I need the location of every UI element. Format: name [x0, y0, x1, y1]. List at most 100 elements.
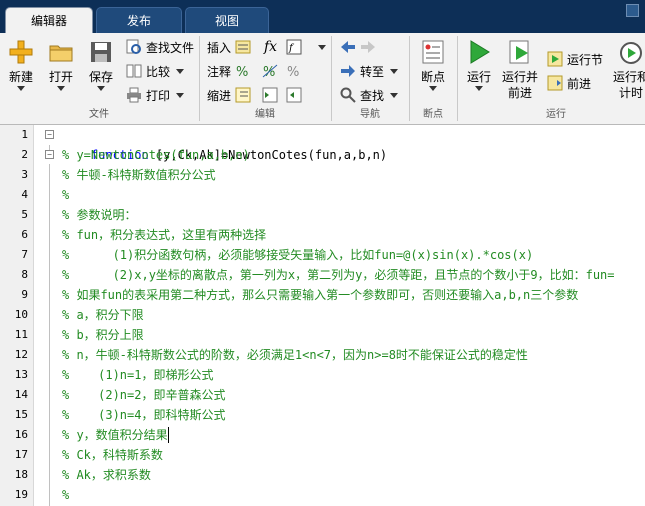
wrap-comments-icon: %	[286, 63, 302, 80]
comment-line[interactable]: % Ck，科特斯系数	[62, 445, 163, 465]
line-number: 12	[14, 348, 28, 361]
comment-line[interactable]: %	[62, 185, 69, 205]
magnifier-icon	[340, 87, 356, 103]
play-icon	[466, 39, 492, 65]
plus-icon	[8, 39, 34, 65]
increase-indent-button[interactable]	[262, 85, 278, 105]
compare-icon	[126, 63, 142, 79]
window-controls	[626, 4, 639, 17]
comment-line[interactable]: % b，积分上限	[62, 325, 144, 345]
comment-line[interactable]: % a，积分下限	[62, 305, 144, 325]
breakpoints-group-label: 断点	[423, 109, 443, 120]
svg-text:%: %	[236, 65, 248, 79]
comment-line[interactable]: % 如果fun的表采用第二种方式，那么只需要输入第一个参数即可，否则还要输入a,…	[62, 285, 578, 305]
comment-line[interactable]: % Ak，求积系数	[62, 465, 151, 485]
run-group-label: 运行	[546, 109, 566, 120]
decrease-indent-icon	[286, 87, 302, 103]
find-files-button[interactable]: 查找文件	[126, 37, 194, 57]
back-arrow-icon[interactable]	[340, 39, 356, 55]
comment-line[interactable]: % (3)n=4，即科特斯公式	[62, 405, 225, 425]
comment-line[interactable]: % (2)x,y坐标的离散点，第一列为x，第二列为y，必须等距，且节点的个数小于…	[62, 265, 615, 285]
breakpoints-label: 断点	[420, 70, 445, 84]
insert-section-icon	[235, 39, 251, 55]
chevron-down-icon	[176, 68, 185, 74]
line-number: 14	[14, 388, 28, 401]
open-button[interactable]: 打开	[44, 35, 78, 91]
line-number: 2	[21, 148, 28, 161]
goto-button[interactable]: 转至	[340, 61, 399, 81]
goto-label: 转至	[360, 64, 385, 79]
comment-line[interactable]: % 牛顿-科特斯数值积分公式	[62, 165, 216, 185]
run-label: 运行	[466, 70, 491, 84]
line-number: 19	[14, 488, 28, 501]
advance-icon	[547, 75, 563, 91]
run-and-time-button[interactable]: 运行和 计时	[611, 35, 645, 101]
function-browser-button[interactable]: f	[286, 37, 326, 57]
comment-line[interactable]: % 参数说明：	[62, 205, 136, 225]
line-number: 16	[14, 428, 28, 441]
find-files-label: 查找文件	[146, 40, 195, 55]
print-button[interactable]: 打印	[126, 85, 185, 105]
decrease-indent-button[interactable]	[286, 85, 302, 105]
back-forward-buttons[interactable]	[340, 37, 376, 57]
tab-publish[interactable]: 发布	[96, 7, 182, 33]
wrap-comments-button[interactable]: %	[286, 61, 302, 81]
code-editor[interactable]: − − function [y,Ck,Ak]=NewtonCotes(fun,a…	[0, 125, 645, 506]
chevron-down-icon	[97, 86, 105, 91]
run-and-advance-button[interactable]: 运行并 前进	[500, 35, 540, 101]
fx-icon: fx	[264, 39, 278, 55]
comment-line[interactable]: % (2)n=2，即辛普森公式	[62, 385, 225, 405]
line-number: 18	[14, 468, 28, 481]
line-number: 1	[21, 128, 28, 141]
advance-button[interactable]: 前进	[547, 73, 591, 93]
comment-line[interactable]: % fun，积分表达式，这里有两种选择	[62, 225, 266, 245]
fold-toggle-icon[interactable]: −	[45, 150, 54, 159]
minimize-icon[interactable]	[626, 4, 639, 17]
run-section-button[interactable]: 运行节	[547, 49, 603, 69]
insert-function-button[interactable]: fx	[264, 37, 277, 57]
toolstrip-ribbon: 新建 打开 保存 查找文件 比较 打印 文件 插入 fx f 注释 % % 缩进…	[0, 33, 645, 125]
stopwatch-icon	[618, 39, 644, 65]
comment-label: 注释	[207, 64, 232, 79]
run-advance-label-2: 前进	[507, 86, 532, 100]
comment-button[interactable]: 注释 %	[207, 61, 251, 81]
forward-arrow-icon[interactable]	[360, 39, 376, 55]
save-button[interactable]: 保存	[84, 35, 118, 91]
indent-button[interactable]: 缩进	[207, 85, 251, 105]
comment-line[interactable]: % y，数值积分结果	[62, 425, 168, 445]
tab-view[interactable]: 视图	[185, 7, 269, 33]
comment-line[interactable]: % y=NewtonCotes(fun,a,b,n)	[62, 145, 250, 165]
line-number: 9	[21, 288, 28, 301]
line-number: 4	[21, 188, 28, 201]
tab-editor[interactable]: 编辑器	[5, 7, 93, 33]
compare-button[interactable]: 比较	[126, 61, 185, 81]
run-section-label: 运行节	[567, 52, 604, 67]
new-label: 新建	[8, 70, 33, 84]
find-button[interactable]: 查找	[340, 85, 399, 105]
goto-arrow-icon	[340, 63, 356, 79]
line-number: 13	[14, 368, 28, 381]
comment-line[interactable]: % (1)n=1，即梯形公式	[62, 365, 213, 385]
run-section-icon	[547, 51, 563, 67]
uncomment-button[interactable]: %	[262, 61, 278, 81]
comment-line[interactable]: % (1)积分函数句柄，必须能够接受矢量输入，比如fun=@(x)sin(x).…	[62, 245, 533, 265]
insert-button[interactable]: 插入	[207, 37, 251, 57]
navigate-group-label: 导航	[360, 109, 380, 120]
line-number: 5	[21, 208, 28, 221]
toolstrip-tab-bar: 编辑器 发布 视图	[0, 0, 645, 33]
code-line[interactable]: function [y,Ck,Ak]=NewtonCotes(fun,a,b,n…	[62, 125, 387, 162]
fold-guide-line	[49, 164, 50, 506]
line-number: 10	[14, 308, 28, 321]
new-button[interactable]: 新建	[4, 35, 38, 91]
comment-line[interactable]: %	[62, 485, 69, 505]
increase-indent-icon	[262, 87, 278, 103]
run-advance-icon	[507, 39, 533, 65]
folder-icon	[48, 39, 74, 65]
code-folding-column	[34, 125, 54, 506]
run-button[interactable]: 运行	[462, 35, 496, 91]
breakpoints-button[interactable]: 断点	[415, 35, 451, 91]
fold-toggle-icon[interactable]: −	[45, 130, 54, 139]
line-number: 7	[21, 248, 28, 261]
comment-line[interactable]: % n，牛顿-科特斯数公式的阶数，必须满足1<n<7，因为n>=8时不能保证公式…	[62, 345, 528, 365]
chevron-down-icon	[318, 44, 326, 50]
